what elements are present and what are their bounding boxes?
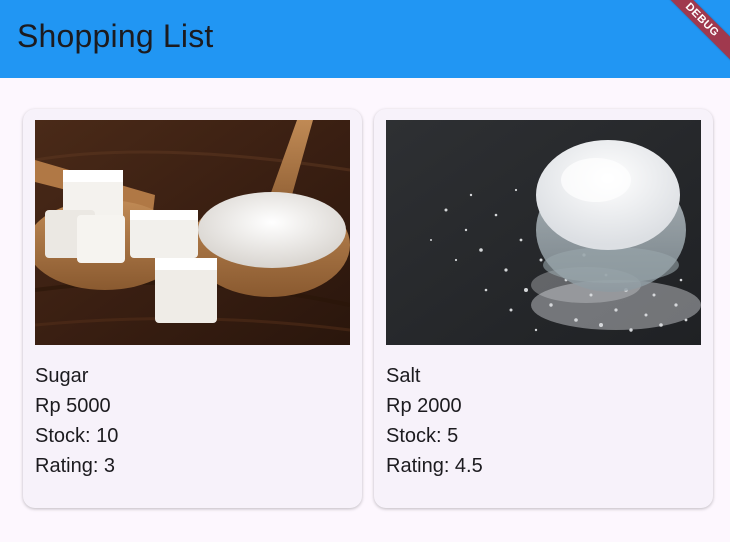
- salt-details: Salt Rp 2000 Stock: 5 Rating: 4.5: [386, 361, 483, 481]
- product-card-sugar[interactable]: Sugar Rp 5000 Stock: 10 Rating: 3: [23, 109, 362, 508]
- product-name: Sugar: [35, 365, 89, 387]
- product-stock: Stock: 5: [386, 425, 459, 447]
- sugar-image: [35, 120, 350, 345]
- product-rating: Rating: 4.5: [386, 455, 483, 477]
- product-rating: Rating: 3: [35, 455, 116, 477]
- sugar-details: Sugar Rp 5000 Stock: 10 Rating: 3: [35, 361, 118, 481]
- product-price: Rp 2000: [386, 395, 462, 417]
- product-name: Salt: [386, 365, 421, 387]
- app-bar: Shopping List DEBUG: [0, 0, 730, 78]
- page-title: Shopping List: [17, 18, 214, 54]
- product-stock: Stock: 10: [35, 425, 119, 447]
- product-card-salt[interactable]: Salt Rp 2000 Stock: 5 Rating: 4.5: [374, 109, 713, 508]
- debug-banner: DEBUG: [660, 0, 730, 62]
- product-price: Rp 5000: [35, 395, 111, 417]
- salt-image: [386, 120, 701, 345]
